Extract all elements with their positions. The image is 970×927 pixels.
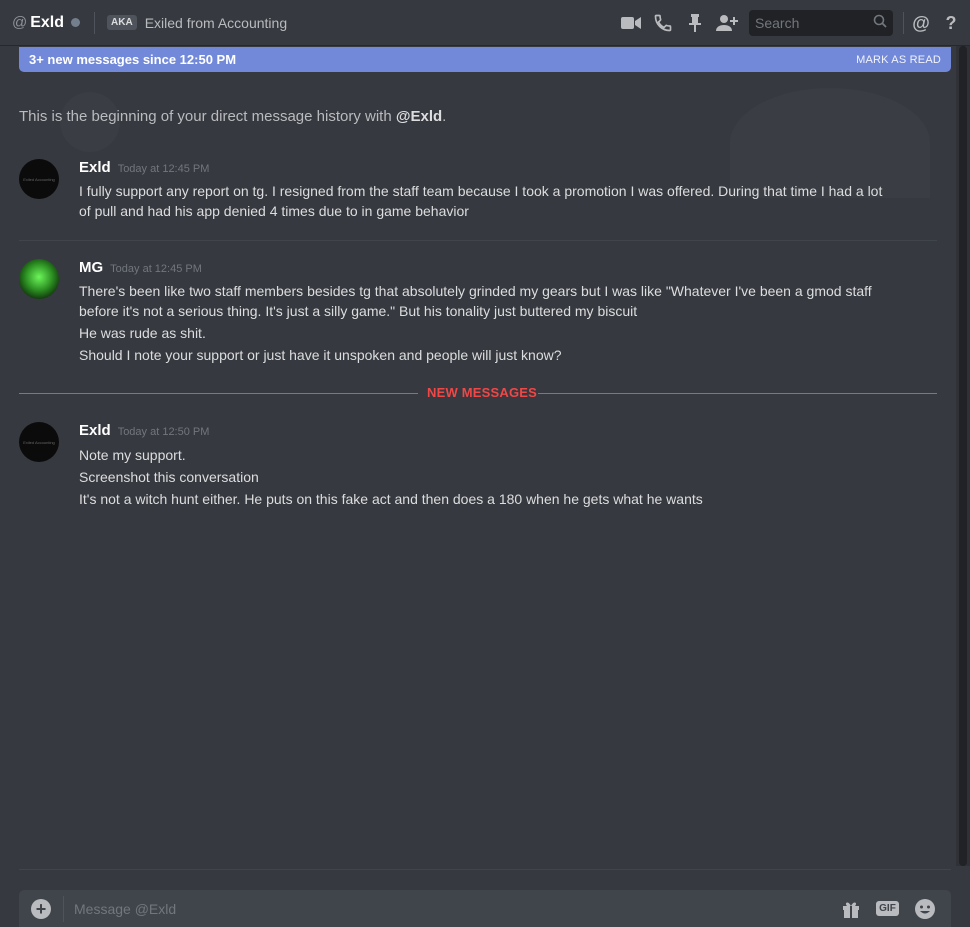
message-header: MG Today at 12:45 PM <box>79 259 202 276</box>
add-attachment-icon: + <box>31 898 51 919</box>
search-icon <box>873 14 887 33</box>
message-author[interactable]: Exld <box>79 422 111 439</box>
message-group: Exiled Accounting Exld Today at 12:50 PM… <box>19 422 937 512</box>
dm-history-start: This is the beginning of your direct mes… <box>19 108 446 125</box>
new-messages-banner-text: 3+ new messages since 12:50 PM <box>29 52 237 67</box>
composer-separator <box>19 869 951 870</box>
composer-divider <box>63 895 64 922</box>
message-timestamp: Today at 12:50 PM <box>117 426 210 438</box>
message-line: It's not a witch hunt either. He puts on… <box>79 491 703 507</box>
message-group: MG Today at 12:45 PM There's been like t… <box>19 259 937 369</box>
message-line: Should I note your support or just have … <box>79 347 562 363</box>
message-line: There's been like two staff members besi… <box>79 283 872 299</box>
channel-header: @ Exld AKA Exiled from Accounting Search… <box>0 0 970 46</box>
avatar[interactable]: Exiled Accounting <box>19 159 59 199</box>
nickname-label: Exiled from Accounting <box>144 14 288 31</box>
message-composer: + Message @Exld GIF <box>19 890 951 927</box>
gift-icon[interactable] <box>832 890 869 927</box>
voice-call-icon[interactable] <box>647 0 679 46</box>
message-line: I fully support any report on tg. I resi… <box>79 183 883 199</box>
message-line: of pull and had his app denied 4 times d… <box>79 203 469 219</box>
avatar-text: Exiled Accounting <box>23 439 55 445</box>
gif-button[interactable]: GIF <box>869 890 906 927</box>
scrollbar-thumb[interactable] <box>959 46 967 866</box>
dm-username[interactable]: Exld <box>30 14 64 32</box>
video-call-icon[interactable] <box>615 0 647 46</box>
mark-as-read-button[interactable]: MARK AS READ <box>856 54 941 66</box>
search-placeholder: Search <box>755 15 800 31</box>
divider-line-left <box>19 393 418 394</box>
aka-badge: AKA <box>107 15 137 30</box>
at-icon: @ <box>12 14 28 31</box>
emoji-button[interactable] <box>906 890 943 927</box>
message-input[interactable]: Message @Exld <box>74 901 832 917</box>
welcome-handle: @Exld <box>395 108 443 125</box>
composer-toolbar: GIF <box>832 890 943 927</box>
avatar[interactable]: Exiled Accounting <box>19 422 59 462</box>
add-attachment-button[interactable]: + <box>19 890 63 927</box>
message-line: Note my support. <box>79 447 186 463</box>
message-timestamp: Today at 12:45 PM <box>117 163 210 175</box>
help-icon[interactable]: ? <box>936 13 966 34</box>
message-line: Screenshot this conversation <box>79 469 259 485</box>
header-toolbar: Search @ ? <box>615 0 970 46</box>
welcome-suffix: . <box>442 108 447 125</box>
divider-line-right <box>538 393 937 394</box>
emoji-icon <box>914 898 935 919</box>
new-messages-banner[interactable]: 3+ new messages since 12:50 PM MARK AS R… <box>19 47 951 72</box>
message-author[interactable]: MG <box>79 259 103 276</box>
mention-icon[interactable]: @ <box>906 13 936 34</box>
message-header: Exld Today at 12:45 PM <box>79 159 209 176</box>
status-indicator <box>71 18 81 27</box>
toolbar-divider <box>903 12 904 34</box>
add-friend-icon[interactable] <box>711 0 743 46</box>
avatar[interactable] <box>19 259 59 299</box>
search-input[interactable]: Search <box>749 10 893 36</box>
welcome-prefix: This is the beginning of your direct mes… <box>19 108 396 125</box>
header-divider <box>94 11 96 34</box>
new-messages-divider: NEW MESSAGES <box>19 385 937 403</box>
message-separator <box>19 240 937 241</box>
message-author[interactable]: Exld <box>79 159 111 176</box>
message-line: He was rude as shit. <box>79 325 206 341</box>
message-line: before it's not a serious thing. It's ju… <box>79 303 638 319</box>
gif-icon: GIF <box>876 901 899 916</box>
message-timestamp: Today at 12:45 PM <box>110 263 202 275</box>
message-group: Exiled Accounting Exld Today at 12:45 PM… <box>19 159 937 229</box>
pin-icon[interactable] <box>679 0 711 46</box>
new-messages-label: NEW MESSAGES <box>427 385 538 400</box>
avatar-text: Exiled Accounting <box>23 176 55 182</box>
message-header: Exld Today at 12:50 PM <box>79 422 209 439</box>
